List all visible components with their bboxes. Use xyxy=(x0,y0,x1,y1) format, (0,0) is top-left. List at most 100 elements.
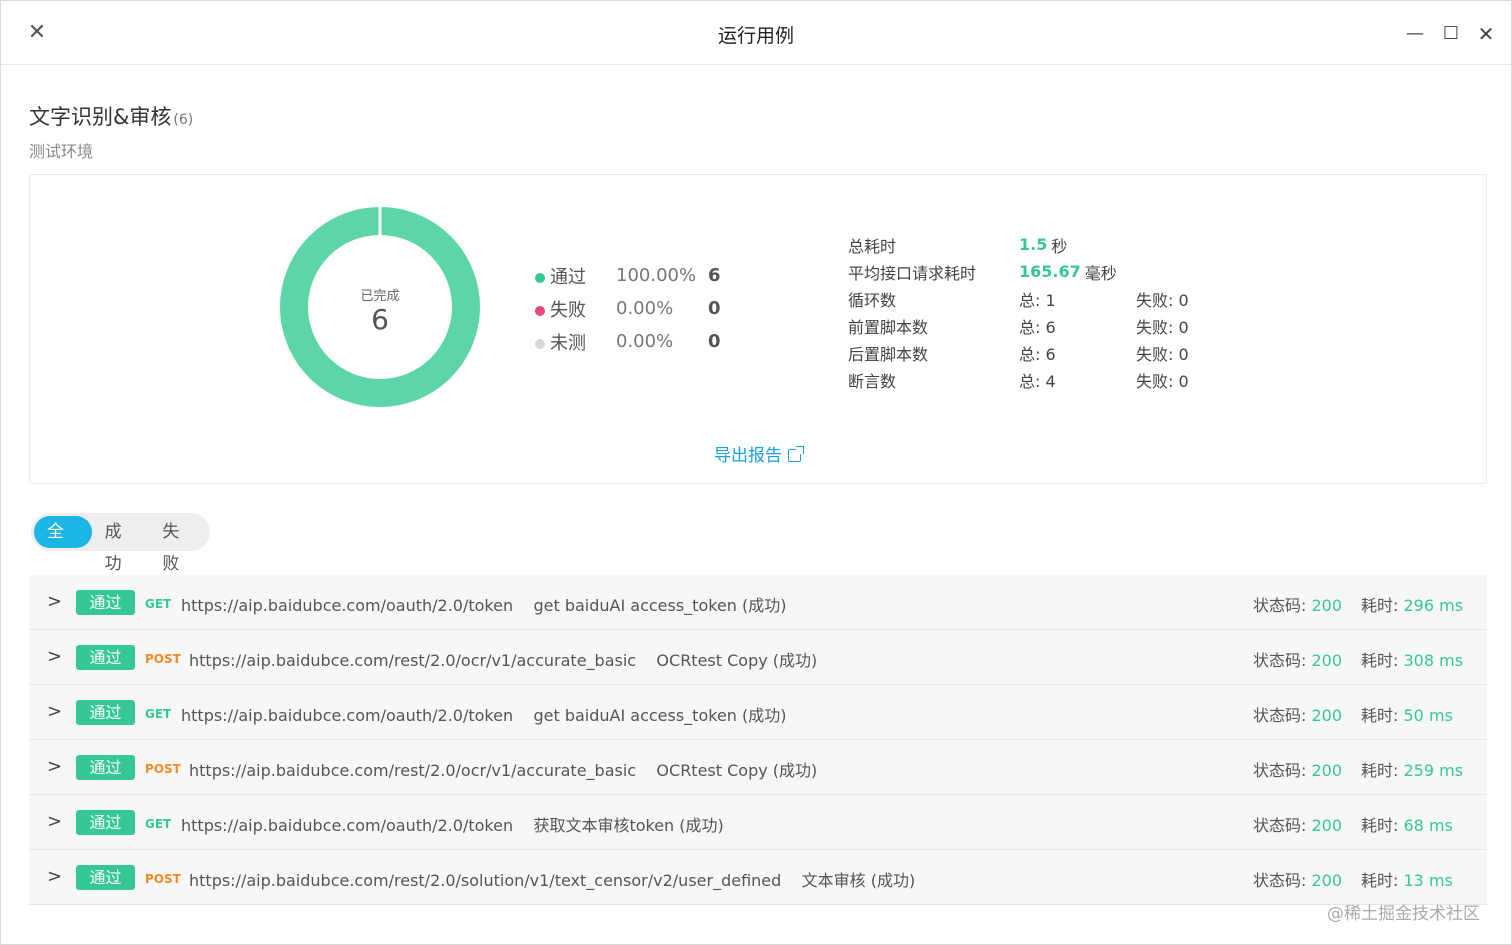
status-value: 200 xyxy=(1311,596,1343,615)
chevron-right-icon[interactable]: > xyxy=(47,866,62,887)
tab-all[interactable]: 全部 xyxy=(34,516,92,574)
legend-count: 6 xyxy=(708,265,721,286)
pass-badge: 通过 xyxy=(76,865,135,890)
status-value: 200 xyxy=(1311,706,1343,725)
pass-badge: 通过 xyxy=(76,755,135,780)
time-label: 耗时: xyxy=(1361,816,1399,835)
http-method: POST xyxy=(145,872,181,886)
stat-total: 总: 1 xyxy=(1019,290,1056,310)
time-label: 耗时: xyxy=(1361,651,1399,670)
donut-label: 已完成 xyxy=(360,289,400,304)
title-bar: ✕ 运行用例 — ☐ ✕ xyxy=(1,1,1511,65)
stat-failed: 失败: 0 xyxy=(1136,290,1189,310)
stat-total: 总: 6 xyxy=(1019,317,1056,337)
environment-label: 测试环境 xyxy=(29,142,94,161)
result-row[interactable]: > 通过 GET https://aip.baidubce.com/oauth/… xyxy=(29,685,1487,740)
request-name: get baiduAI access_token (成功) xyxy=(533,596,787,615)
stat-label: 后置脚本数 xyxy=(848,344,929,364)
maximize-icon[interactable]: ☐ xyxy=(1440,23,1462,45)
export-report-link[interactable]: 导出报告 xyxy=(714,441,804,466)
result-row[interactable]: > 通过 POST https://aip.baidubce.com/rest/… xyxy=(29,740,1487,795)
external-link-icon xyxy=(788,446,804,462)
http-method: GET xyxy=(145,597,172,611)
status-code: 状态码: 200 xyxy=(1253,812,1342,836)
status-code: 状态码: 200 xyxy=(1253,702,1342,726)
status-label: 状态码: xyxy=(1253,761,1307,780)
request-url-and-name: https://aip.baidubce.com/rest/2.0/ocr/v1… xyxy=(189,757,817,781)
export-report-label: 导出报告 xyxy=(714,446,782,466)
elapsed-time: 耗时: 50 ms xyxy=(1361,702,1453,726)
chevron-right-icon[interactable]: > xyxy=(47,591,62,612)
status-code: 状态码: 200 xyxy=(1253,592,1342,616)
status-label: 状态码: xyxy=(1253,706,1307,725)
status-code: 状态码: 200 xyxy=(1253,757,1342,781)
request-name: 文本审核 (成功) xyxy=(801,871,916,890)
http-method: POST xyxy=(145,652,181,666)
window-close-icon[interactable]: ✕ xyxy=(1475,23,1497,45)
legend-dot-pass xyxy=(535,272,545,283)
legend-percent: 0.00% xyxy=(616,331,674,352)
stat-total: 总: 6 xyxy=(1019,344,1056,364)
stat-label: 前置脚本数 xyxy=(848,317,929,337)
legend-name: 失败 xyxy=(550,299,586,321)
result-legend: 通过 100.00% 6 失败 0.00% 0 未测 0.00% 0 xyxy=(535,259,721,358)
status-value: 200 xyxy=(1311,651,1343,670)
tab-failed[interactable]: 失败 xyxy=(149,516,207,574)
legend-count: 0 xyxy=(708,298,721,319)
chevron-right-icon[interactable]: > xyxy=(47,756,62,777)
pass-badge: 通过 xyxy=(76,645,135,670)
request-name: OCRtest Copy (成功) xyxy=(656,761,818,780)
stat-label: 断言数 xyxy=(848,371,897,391)
elapsed-time: 耗时: 13 ms xyxy=(1361,867,1453,891)
request-url-and-name: https://aip.baidubce.com/rest/2.0/soluti… xyxy=(189,867,915,891)
stat-total-time: 总耗时 1.5 秒 xyxy=(848,231,1189,258)
status-value: 200 xyxy=(1311,816,1343,835)
result-list: > 通过 GET https://aip.baidubce.com/oauth/… xyxy=(29,575,1487,905)
status-label: 状态码: xyxy=(1253,596,1307,615)
chevron-right-icon[interactable]: > xyxy=(47,811,62,832)
chevron-right-icon[interactable]: > xyxy=(47,701,62,722)
elapsed-time: 耗时: 296 ms xyxy=(1361,592,1463,616)
result-row[interactable]: > 通过 POST https://aip.baidubce.com/rest/… xyxy=(29,850,1487,905)
chevron-right-icon[interactable]: > xyxy=(47,646,62,667)
elapsed-time: 耗时: 68 ms xyxy=(1361,812,1453,836)
status-label: 状态码: xyxy=(1253,651,1307,670)
status-label: 状态码: xyxy=(1253,871,1307,890)
window-title: 运行用例 xyxy=(717,25,794,47)
request-url: https://aip.baidubce.com/oauth/2.0/token xyxy=(181,706,514,725)
tab-success[interactable]: 成功 xyxy=(92,516,150,574)
pass-badge: 通过 xyxy=(76,590,135,615)
donut-value: 6 xyxy=(371,303,389,336)
http-method: GET xyxy=(145,707,172,721)
stat-total: 总: 4 xyxy=(1019,371,1056,391)
stat-post-scripts: 后置脚本数 总: 6 失败: 0 xyxy=(848,339,1189,366)
legend-percent: 100.00% xyxy=(616,265,697,286)
result-row[interactable]: > 通过 GET https://aip.baidubce.com/oauth/… xyxy=(29,795,1487,850)
http-method: POST xyxy=(145,762,181,776)
request-url-and-name: https://aip.baidubce.com/rest/2.0/ocr/v1… xyxy=(189,647,817,671)
result-row[interactable]: > 通过 POST https://aip.baidubce.com/rest/… xyxy=(29,630,1487,685)
time-value: 259 ms xyxy=(1403,761,1464,780)
time-value: 50 ms xyxy=(1403,706,1453,725)
stat-value: 1.5 xyxy=(1019,235,1048,254)
summary-panel: 已完成 6 通过 100.00% 6 失败 0.00% 0 未测 0.00% 0 xyxy=(29,174,1487,484)
legend-row-pass: 通过 100.00% 6 xyxy=(535,259,721,292)
stat-label: 平均接口请求耗时 xyxy=(848,263,977,283)
stat-failed: 失败: 0 xyxy=(1136,371,1189,391)
legend-row-fail: 失败 0.00% 0 xyxy=(535,292,721,325)
minimize-icon[interactable]: — xyxy=(1404,23,1426,45)
status-label: 状态码: xyxy=(1253,816,1307,835)
legend-count: 0 xyxy=(708,331,721,352)
status-value: 200 xyxy=(1311,871,1343,890)
stat-unit: 毫秒 xyxy=(1084,263,1117,283)
request-name: OCRtest Copy (成功) xyxy=(656,651,818,670)
request-url-and-name: https://aip.baidubce.com/oauth/2.0/token… xyxy=(181,812,724,836)
result-filter-tabs: 全部 成功 失败 xyxy=(31,513,210,574)
result-row[interactable]: > 通过 GET https://aip.baidubce.com/oauth/… xyxy=(29,575,1487,630)
stat-loops: 循环数 总: 1 失败: 0 xyxy=(848,285,1189,312)
suite-title: 文字识别&审核 xyxy=(29,105,172,129)
time-value: 308 ms xyxy=(1403,651,1464,670)
time-value: 296 ms xyxy=(1403,596,1464,615)
legend-dot-untested xyxy=(535,338,545,349)
stat-label: 总耗时 xyxy=(848,236,897,256)
